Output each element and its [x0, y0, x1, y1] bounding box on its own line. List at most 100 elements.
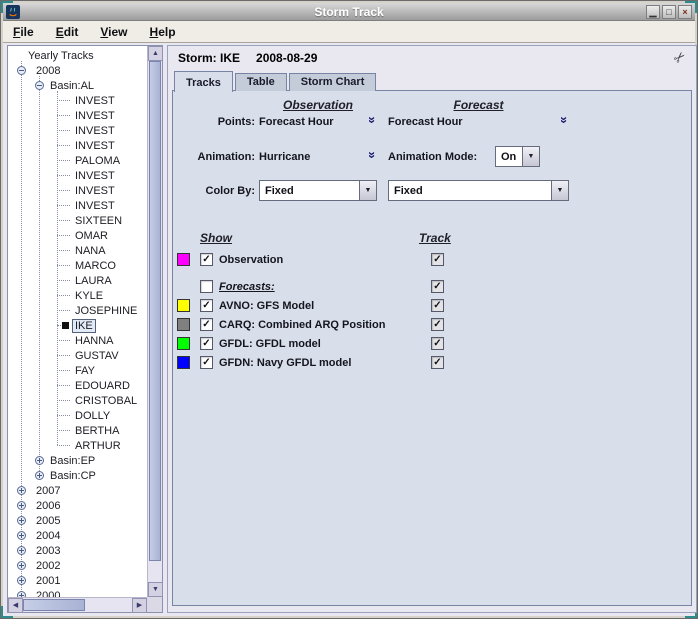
tree-node-yearly-tracks-0[interactable]: Yearly Tracks — [8, 48, 147, 63]
maximize-icon[interactable]: □ — [662, 5, 676, 19]
tree-node-edouard-22[interactable]: EDOUARD — [8, 378, 147, 393]
color-swatch[interactable] — [177, 299, 190, 312]
color-swatch[interactable] — [177, 253, 190, 266]
title-bar[interactable]: Storm Track ▁ □ × — [3, 3, 695, 21]
tree-node-basin-ep-27[interactable]: Basin:EP — [8, 453, 147, 468]
tree-node-invest-8[interactable]: INVEST — [8, 168, 147, 183]
tree-node-invest-3[interactable]: INVEST — [8, 93, 147, 108]
tab-table[interactable]: Table — [235, 73, 287, 91]
color-by-forecast-combobox[interactable]: Fixed ▼ — [388, 180, 569, 201]
tree-node-basin-al-2[interactable]: Basin:AL — [8, 78, 147, 93]
tree-node-basin-cp-28[interactable]: Basin:CP — [8, 468, 147, 483]
tree-expand-icon[interactable] — [17, 561, 26, 570]
tree-expand-icon[interactable] — [17, 531, 26, 540]
tree-expand-icon[interactable] — [17, 486, 26, 495]
tree-node-kyle-16[interactable]: KYLE — [8, 288, 147, 303]
tree-node-sixteen-11[interactable]: SIXTEEN — [8, 213, 147, 228]
tree-node-2007-29[interactable]: 2007 — [8, 483, 147, 498]
tree-node-invest-4[interactable]: INVEST — [8, 108, 147, 123]
minimize-icon[interactable]: ▁ — [646, 5, 660, 19]
scroll-left-icon[interactable]: ◀ — [8, 598, 23, 613]
tree-node-label: IKE — [72, 319, 96, 333]
combo-arrow-icon[interactable]: ▼ — [359, 181, 376, 200]
tree-node-invest-10[interactable]: INVEST — [8, 198, 147, 213]
tree-node-2002-34[interactable]: 2002 — [8, 558, 147, 573]
animation-chevron-icon[interactable]: » — [365, 148, 379, 162]
color-swatch[interactable] — [177, 356, 190, 369]
tree-node-omar-12[interactable]: OMAR — [8, 228, 147, 243]
tree-node-2005-31[interactable]: 2005 — [8, 513, 147, 528]
tab-storm-chart[interactable]: Storm Chart — [289, 73, 377, 91]
tree-expand-icon[interactable] — [35, 456, 44, 465]
tree-expand-icon[interactable] — [17, 501, 26, 510]
track-checkbox[interactable]: ✓ — [431, 356, 444, 369]
tree-node-hanna-19[interactable]: HANNA — [8, 333, 147, 348]
track-checkbox[interactable]: ✓ — [431, 318, 444, 331]
show-checkbox[interactable]: ✓ — [200, 337, 213, 350]
menu-edit[interactable]: Edit — [52, 23, 83, 41]
points-forecast-chevron-icon[interactable]: » — [557, 113, 571, 127]
combo-arrow-icon[interactable]: ▼ — [522, 147, 539, 166]
tree-node-invest-6[interactable]: INVEST — [8, 138, 147, 153]
scroll-down-icon[interactable]: ▼ — [148, 582, 163, 597]
color-by-observation-combobox[interactable]: Fixed ▼ — [259, 180, 377, 201]
scroll-right-icon[interactable]: ▶ — [132, 598, 147, 613]
track-checkbox[interactable]: ✓ — [431, 299, 444, 312]
combo-arrow-icon[interactable]: ▼ — [551, 181, 568, 200]
tree-expand-icon[interactable] — [17, 516, 26, 525]
tree-node-2001-35[interactable]: 2001 — [8, 573, 147, 588]
tree-node-2003-33[interactable]: 2003 — [8, 543, 147, 558]
tree-vertical-scrollbar[interactable]: ▲ ▼ — [147, 46, 162, 597]
tree-node-2000-36[interactable]: 2000 — [8, 588, 147, 597]
show-checkbox[interactable]: ✓ — [200, 299, 213, 312]
tree-collapse-icon[interactable] — [35, 81, 44, 90]
tree-node-cristobal-23[interactable]: CRISTOBAL — [8, 393, 147, 408]
menu-file[interactable]: File — [9, 23, 38, 41]
tree-branch-line — [57, 235, 70, 236]
tree-expand-icon[interactable] — [35, 471, 44, 480]
show-column-header: Show — [200, 231, 232, 245]
color-swatch[interactable] — [177, 337, 190, 350]
track-checkbox[interactable]: ✓ — [431, 253, 444, 266]
tree-expand-icon[interactable] — [17, 591, 26, 597]
show-checkbox[interactable] — [200, 280, 213, 293]
tree-expand-icon[interactable] — [17, 576, 26, 585]
tree-node-marco-14[interactable]: MARCO — [8, 258, 147, 273]
tree-node-laura-15[interactable]: LAURA — [8, 273, 147, 288]
tree-node-2006-30[interactable]: 2006 — [8, 498, 147, 513]
tree-node-nana-13[interactable]: NANA — [8, 243, 147, 258]
vertical-scroll-thumb[interactable] — [149, 61, 161, 561]
tree-node-josephine-17[interactable]: JOSEPHINE — [8, 303, 147, 318]
horizontal-scroll-thumb[interactable] — [23, 599, 85, 611]
tree-node-dolly-24[interactable]: DOLLY — [8, 408, 147, 423]
tree-node-ike-18[interactable]: IKE — [8, 318, 147, 333]
tab-tracks[interactable]: Tracks — [174, 71, 233, 92]
tree-node-fay-21[interactable]: FAY — [8, 363, 147, 378]
track-checkbox[interactable]: ✓ — [431, 280, 444, 293]
menu-view[interactable]: View — [96, 23, 131, 41]
tree-horizontal-scrollbar[interactable]: ◀ ▶ — [8, 597, 147, 612]
tree-branch-line — [57, 370, 70, 371]
close-icon[interactable]: × — [678, 5, 692, 19]
color-swatch[interactable] — [177, 318, 190, 331]
tree-node-paloma-7[interactable]: PALOMA — [8, 153, 147, 168]
tree-node-invest-5[interactable]: INVEST — [8, 123, 147, 138]
cut-icon[interactable]: ✂ — [670, 47, 690, 67]
tree-node-2004-32[interactable]: 2004 — [8, 528, 147, 543]
tree-node-2008-1[interactable]: 2008 — [8, 63, 147, 78]
tree-node-label: 2004 — [34, 530, 62, 542]
menu-help[interactable]: Help — [146, 23, 180, 41]
points-observation-chevron-icon[interactable]: » — [365, 113, 379, 127]
tree-node-invest-9[interactable]: INVEST — [8, 183, 147, 198]
tree-collapse-icon[interactable] — [17, 66, 26, 75]
show-checkbox[interactable]: ✓ — [200, 356, 213, 369]
scroll-up-icon[interactable]: ▲ — [148, 46, 163, 61]
show-checkbox[interactable]: ✓ — [200, 253, 213, 266]
tree-node-gustav-20[interactable]: GUSTAV — [8, 348, 147, 363]
tree-node-arthur-26[interactable]: ARTHUR — [8, 438, 147, 453]
tree-node-bertha-25[interactable]: BERTHA — [8, 423, 147, 438]
animation-mode-combobox[interactable]: On ▼ — [495, 146, 540, 167]
track-checkbox[interactable]: ✓ — [431, 337, 444, 350]
tree-expand-icon[interactable] — [17, 546, 26, 555]
show-checkbox[interactable]: ✓ — [200, 318, 213, 331]
